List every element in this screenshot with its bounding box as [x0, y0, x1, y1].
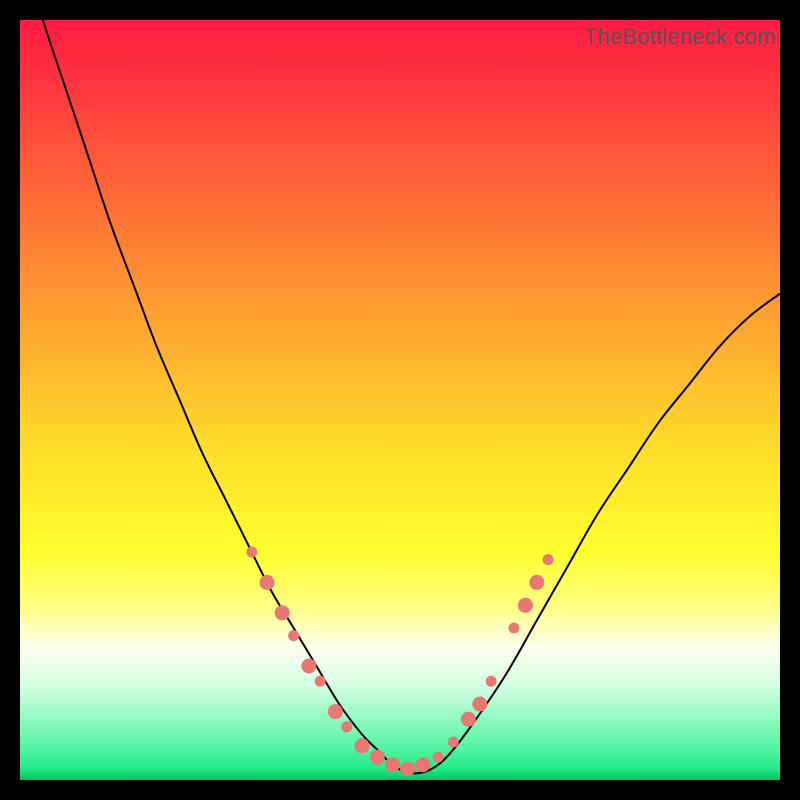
data-bead — [355, 739, 369, 753]
data-bead — [433, 752, 443, 762]
data-bead — [302, 659, 316, 673]
data-bead — [401, 762, 415, 776]
data-bead — [328, 705, 342, 719]
data-bead — [342, 722, 352, 732]
data-bead — [247, 547, 257, 557]
data-bead — [461, 712, 475, 726]
watermark-text: TheBottleneck.com — [584, 24, 776, 50]
data-bead — [370, 750, 384, 764]
chart-svg — [20, 20, 780, 780]
data-bead — [543, 555, 553, 565]
data-bead — [289, 631, 299, 641]
data-bead — [315, 676, 325, 686]
data-bead — [416, 758, 430, 772]
data-bead — [509, 623, 519, 633]
plot-area: TheBottleneck.com — [20, 20, 780, 780]
gradient-background — [20, 20, 780, 780]
data-bead — [385, 758, 399, 772]
data-bead — [448, 737, 458, 747]
data-bead — [473, 697, 487, 711]
data-bead — [275, 606, 289, 620]
data-bead — [486, 676, 496, 686]
data-bead — [260, 575, 274, 589]
chart-frame: TheBottleneck.com — [0, 0, 800, 800]
data-bead — [518, 598, 532, 612]
data-bead — [530, 575, 544, 589]
